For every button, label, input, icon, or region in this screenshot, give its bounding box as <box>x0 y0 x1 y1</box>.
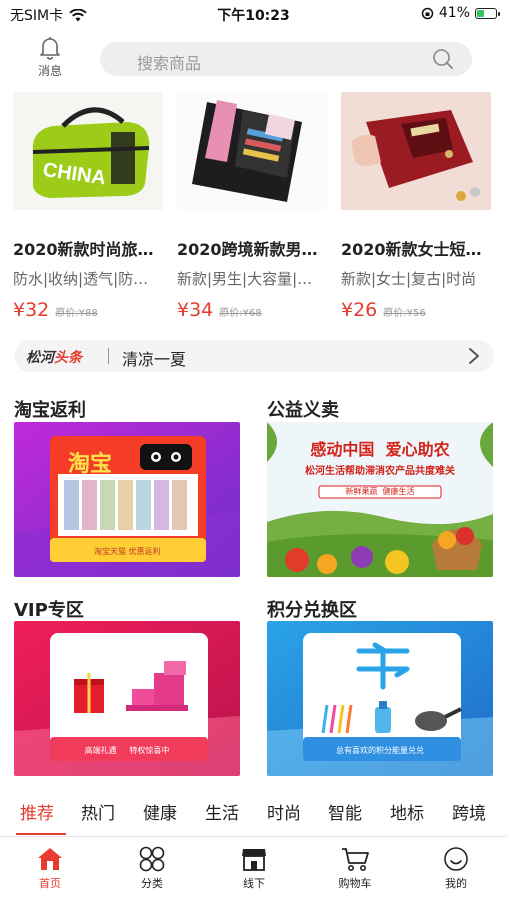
taobao-banner-title: 淘宝 <box>68 452 113 477</box>
tabbar-category-label: 分类 <box>141 877 163 890</box>
news-headline-bar[interactable]: 松河头条 清凉一夏 <box>14 340 494 372</box>
section-title-charity: 公益义卖 <box>267 400 339 421</box>
taobao-banner-caption: 淘宝天猫 优惠返利 <box>94 547 161 556</box>
message-label: 消息 <box>37 64 62 78</box>
product-image-duffel-bag[interactable]: CHINA <box>13 92 163 210</box>
smiley-profile-icon <box>444 847 468 871</box>
tabbar-home-label: 首页 <box>39 877 61 890</box>
product-original-price: 原价:¥68 <box>219 308 262 319</box>
product-original-price: 原价:¥88 <box>55 308 98 319</box>
chevron-right-icon <box>469 348 479 364</box>
storefront-icon <box>242 849 266 871</box>
tab-smart[interactable]: 智能 <box>328 799 362 824</box>
home-icon <box>38 848 62 870</box>
product-price: ¥26 <box>341 299 378 321</box>
battery-icon <box>475 7 500 19</box>
product-card[interactable]: 2020跨境新款男… 新款|男生|大容量|… ¥34 原价:¥68 <box>177 92 327 321</box>
shopping-cart-icon <box>342 848 369 871</box>
tabbar-offline[interactable]: 线下 <box>224 846 284 891</box>
tab-crossborder[interactable]: 跨境 <box>452 799 486 824</box>
product-image-wallet[interactable] <box>177 92 327 210</box>
search-icon[interactable] <box>432 48 454 70</box>
product-name: 2020新款女士短… <box>341 240 482 259</box>
taobao-rebate-banner[interactable]: 淘宝 淘宝天猫 优惠返利 <box>14 422 240 577</box>
product-price: ¥32 <box>13 299 50 321</box>
tabbar-cart[interactable]: 购物车 <box>325 846 385 891</box>
product-card[interactable]: CHINA 2020新款时尚旅… 防水|收纳|透气|防… ¥32 原价:¥88 <box>13 92 163 321</box>
tab-hot[interactable]: 热门 <box>81 799 115 824</box>
tab-health[interactable]: 健康 <box>143 799 177 824</box>
charity-banner-subtitle: 松河生活帮助滞消农产品共度难关 <box>305 466 455 477</box>
product-name: 2020新款时尚旅… <box>13 240 154 259</box>
status-bar: 无SIM卡 下午10:23 41% <box>0 0 507 28</box>
search-placeholder: 搜索商品 <box>137 54 202 73</box>
tabbar-category[interactable]: 分类 <box>122 846 182 891</box>
product-row: CHINA 2020新款时尚旅… 防水|收纳|透气|防… ¥32 原价:¥88 … <box>0 92 507 332</box>
section-title-vip: VIP专区 <box>14 600 84 621</box>
charity-sale-banner[interactable]: 感动中国 爱心助农 松河生活帮助滞消农产品共度难关 新鲜果蔬 健康生活 <box>267 422 493 577</box>
tab-recommend[interactable]: 推荐 <box>20 799 54 824</box>
points-exchange-banner[interactable]: 总有喜欢的积分能量兑兑 <box>267 621 493 776</box>
product-tags: 新款|女士|复古|时尚 <box>341 270 477 288</box>
tabbar-profile-label: 我的 <box>445 877 467 890</box>
headline-text: 清凉一夏 <box>122 350 187 369</box>
active-tab-indicator <box>16 833 66 835</box>
vip-banner-caption: 高端礼遇 特权惊喜中 <box>84 746 170 755</box>
tabbar-offline-label: 线下 <box>243 877 265 890</box>
category-grid-icon <box>139 846 165 872</box>
section-title-points: 积分兑换区 <box>267 600 357 621</box>
tabbar-home[interactable]: 首页 <box>20 846 80 891</box>
battery-percent: 41% <box>438 5 470 21</box>
product-tags: 防水|收纳|透气|防… <box>13 270 149 288</box>
product-image-purse[interactable] <box>341 92 491 210</box>
product-card[interactable]: 2020新款女士短… 新款|女士|复古|时尚 ¥26 原价:¥56 <box>341 92 491 321</box>
message-button[interactable]: 消息 <box>30 36 70 79</box>
headline-brand-b: 头条 <box>54 350 82 366</box>
bottom-tab-bar: 首页 分类 线下 购物车 我的 <box>0 838 507 900</box>
charity-banner-tag: 新鲜果蔬 健康生活 <box>345 487 415 496</box>
charity-banner-title: 感动中国 爱心助农 <box>310 440 450 459</box>
tab-life[interactable]: 生活 <box>205 799 239 824</box>
category-tabs: 推荐 热门 健康 生活 时尚 智能 地标 跨境 <box>0 793 507 837</box>
product-tags: 新款|男生|大容量|… <box>177 270 313 288</box>
points-banner-caption: 总有喜欢的积分能量兑兑 <box>336 746 424 755</box>
headline-brand-a: 松河 <box>26 350 54 366</box>
product-name: 2020跨境新款男… <box>177 240 318 259</box>
orientation-lock-icon <box>421 7 434 19</box>
product-original-price: 原价:¥56 <box>383 308 426 319</box>
bell-icon <box>40 37 60 60</box>
headline-divider <box>108 348 109 364</box>
product-price: ¥34 <box>177 299 214 321</box>
headline-brand-logo: 松河头条 <box>26 347 82 367</box>
vip-zone-banner[interactable]: 高端礼遇 特权惊喜中 <box>14 621 240 776</box>
tab-landmark[interactable]: 地标 <box>390 799 424 824</box>
tabbar-cart-label: 购物车 <box>338 877 372 890</box>
search-bar[interactable]: 搜索商品 <box>100 42 472 76</box>
tab-fashion[interactable]: 时尚 <box>267 799 301 824</box>
tabbar-profile[interactable]: 我的 <box>426 846 486 891</box>
section-title-taobao: 淘宝返利 <box>14 400 86 421</box>
